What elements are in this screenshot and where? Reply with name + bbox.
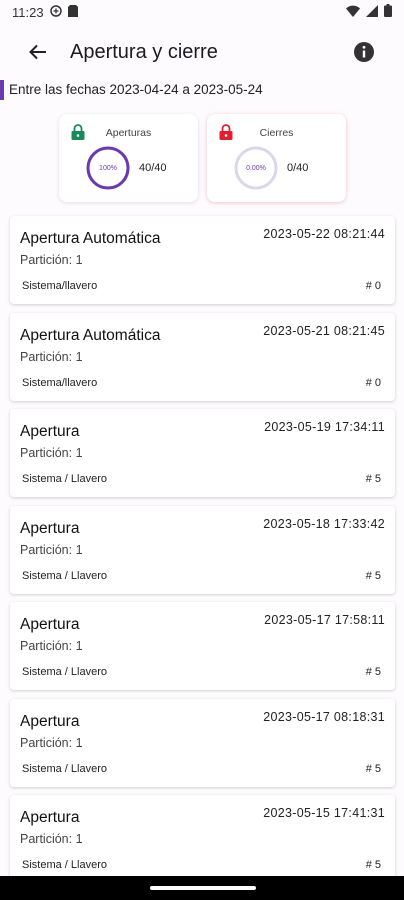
event-user: Sistema / Llavero [22, 762, 107, 775]
openings-percent: 100% [99, 164, 117, 172]
event-partition: Partición: 1 [20, 253, 83, 267]
arrow-back-icon [29, 44, 46, 60]
event-partition: Partición: 1 [20, 832, 83, 846]
closings-count: 0/40 [287, 162, 309, 174]
event-number: # 5 [365, 762, 381, 775]
event-date: 2023-05-22 08:21:44 [263, 227, 385, 241]
event-card[interactable]: Apertura 2023-05-17 17:58:11 Partición: … [10, 602, 395, 690]
page-title: Apertura y cierre [70, 40, 218, 63]
event-number: # 5 [365, 666, 381, 678]
date-range-label: Entre las fechas 2023-04-24 a 2023-05-24 [0, 80, 404, 100]
openings-count: 40/40 [139, 162, 167, 174]
event-date: 2023-05-15 17:41:31 [263, 806, 385, 820]
system-nav-bar [0, 876, 404, 900]
event-card[interactable]: Apertura 2023-05-19 17:34:11 Partición: … [10, 409, 395, 497]
event-date: 2023-05-18 17:33:42 [263, 516, 385, 531]
event-title: Apertura [20, 519, 80, 537]
event-card[interactable]: Apertura 2023-05-18 17:33:42 Partición: … [10, 505, 395, 594]
event-title: Apertura [20, 616, 80, 633]
event-card[interactable]: Apertura Automática 2023-05-21 08:21:45 … [10, 312, 395, 401]
event-user: Sistema / Llavero [22, 569, 107, 582]
event-number: # 5 [365, 859, 381, 871]
event-date: 2023-05-17 17:58:11 [264, 613, 385, 627]
event-date: 2023-05-19 17:34:11 [264, 420, 385, 434]
event-partition: Partición: 1 [20, 542, 83, 557]
home-gesture-handle[interactable] [150, 886, 256, 890]
event-partition: Partición: 1 [20, 446, 83, 460]
event-title: Apertura [20, 423, 80, 440]
closings-label: Cierres [259, 127, 294, 139]
info-icon [354, 42, 374, 62]
event-title: Apertura Automática [20, 230, 161, 247]
event-title: Apertura [20, 809, 80, 826]
info-button[interactable] [340, 28, 388, 76]
event-card[interactable]: Apertura 2023-05-17 08:18:31 Partición: … [10, 698, 395, 787]
closings-summary-card: Cierres 0.00% 0/40 [207, 114, 346, 202]
status-bar: 11:23 [0, 0, 404, 24]
battery-icon [384, 4, 392, 20]
event-user: Sistema/llavero [22, 280, 98, 292]
app-bar: Apertura y cierre [0, 24, 404, 80]
event-title: Apertura Automática [20, 326, 161, 344]
event-user: Sistema / Llavero [22, 473, 107, 485]
back-button[interactable] [10, 24, 66, 80]
closings-percent: 0.00% [246, 164, 266, 172]
event-partition: Partición: 1 [20, 349, 83, 364]
sd-card-icon [67, 4, 78, 20]
event-card[interactable]: Apertura 2023-05-15 17:41:31 Partición: … [10, 795, 395, 883]
event-user: Sistema/llavero [22, 376, 98, 389]
event-partition: Partición: 1 [20, 735, 83, 750]
signal-icon [366, 4, 378, 20]
event-number: # 0 [365, 280, 381, 292]
event-number: # 0 [365, 376, 381, 389]
status-time: 11:23 [12, 4, 44, 20]
event-date: 2023-05-21 08:21:45 [263, 323, 385, 338]
openings-label: Aperturas [105, 127, 152, 139]
event-number: # 5 [365, 569, 381, 582]
summary-row: Aperturas 100% 40/40 Cierres 0.00% 0/40 [59, 114, 346, 202]
event-list: Apertura Automática 2023-05-22 08:21:44 … [10, 216, 395, 892]
event-title: Apertura [20, 712, 80, 730]
event-date: 2023-05-17 08:18:31 [263, 709, 385, 724]
event-number: # 5 [365, 473, 381, 485]
openings-summary-card: Aperturas 100% 40/40 [59, 114, 198, 202]
event-partition: Partición: 1 [20, 639, 83, 653]
wifi-icon [346, 5, 360, 20]
event-card[interactable]: Apertura Automática 2023-05-22 08:21:44 … [10, 216, 395, 304]
event-user: Sistema / Llavero [22, 859, 107, 871]
sync-icon [49, 4, 62, 20]
event-user: Sistema / Llavero [22, 666, 107, 678]
